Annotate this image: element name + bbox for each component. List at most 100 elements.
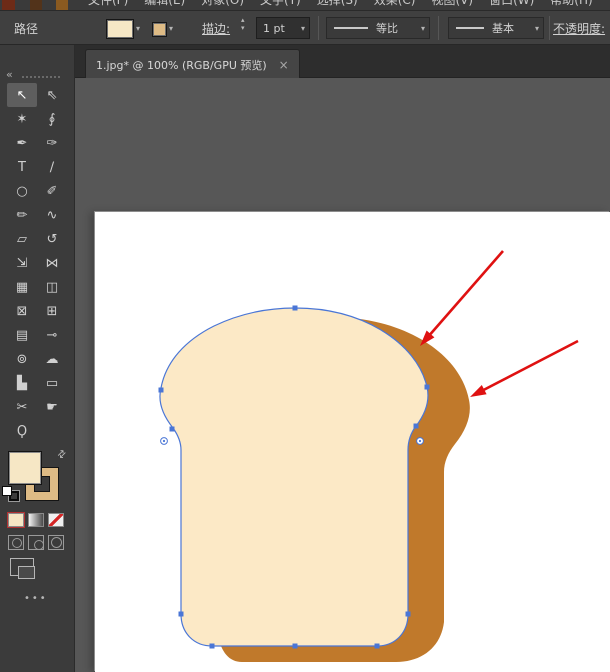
- draw-behind-icon[interactable]: [28, 535, 44, 550]
- corner-widget[interactable]: [161, 438, 168, 445]
- rotate-tool-icon: ↺: [47, 232, 58, 247]
- free-transform-tool[interactable]: ▦: [7, 275, 37, 299]
- ellipse-tool[interactable]: ○: [7, 179, 37, 203]
- brush-definition-value: 基本: [492, 20, 535, 36]
- magic-wand-tool[interactable]: ✶: [7, 107, 37, 131]
- menu-item[interactable]: 窗口(W): [489, 0, 534, 8]
- panel-drag-handle[interactable]: [22, 76, 60, 78]
- anchor-point[interactable]: [375, 644, 380, 649]
- width-profile-value: 等比: [376, 20, 421, 36]
- draw-normal-icon[interactable]: [8, 535, 24, 550]
- mesh-tool[interactable]: ⊞: [37, 299, 67, 323]
- anchor-point[interactable]: [159, 388, 164, 393]
- edit-toolbar-ellipsis[interactable]: •••: [24, 593, 48, 604]
- chevron-down-icon[interactable]: ▾: [301, 24, 309, 33]
- slice-tool[interactable]: ✂: [7, 395, 37, 419]
- anchor-point[interactable]: [425, 385, 430, 390]
- share-icon[interactable]: [56, 0, 68, 10]
- tab-close-icon[interactable]: ×: [279, 58, 289, 72]
- paintbrush-tool[interactable]: ✐: [37, 179, 67, 203]
- color-button[interactable]: [8, 513, 24, 527]
- width-profile-dropdown[interactable]: 等比 ▾: [326, 17, 430, 39]
- anchor-point[interactable]: [293, 644, 298, 649]
- shaper-tool[interactable]: ∿: [37, 203, 67, 227]
- stroke-weight-value: 1 pt: [257, 22, 301, 35]
- anchor-point[interactable]: [293, 306, 298, 311]
- gradient-button[interactable]: [28, 513, 44, 527]
- anchor-point[interactable]: [414, 424, 419, 429]
- stroke-profile-line-icon: [334, 27, 368, 29]
- eyedropper-tool[interactable]: ⊸: [37, 323, 67, 347]
- home-icon[interactable]: [30, 0, 42, 10]
- control-bar: 路径 ▾ ▾ 描边: ▴ ▾ 1 pt ▾ 等比 ▾ 基本 ▾ 不透明度:: [0, 10, 610, 45]
- symbol-sprayer-tool-icon: ☁: [46, 352, 59, 367]
- menu-item[interactable]: 文字(T): [260, 0, 301, 8]
- stepper-up-icon[interactable]: ▴: [241, 16, 245, 24]
- menu-item[interactable]: 帮助(H): [550, 0, 592, 8]
- stroke-weight-field[interactable]: 1 pt ▾: [256, 17, 310, 39]
- context-label: 路径: [14, 20, 38, 37]
- hand-tool[interactable]: ☛: [37, 395, 67, 419]
- screen-mode-icon[interactable]: [10, 558, 34, 576]
- none-button[interactable]: [48, 513, 64, 527]
- artboard-tool[interactable]: ▭: [37, 371, 67, 395]
- fill-color-swatch[interactable]: [106, 19, 134, 39]
- chevron-down-icon[interactable]: ▾: [169, 24, 173, 33]
- gradient-tool[interactable]: ▤: [7, 323, 37, 347]
- chevron-down-icon[interactable]: ▾: [136, 24, 140, 33]
- width-tool[interactable]: ⋈: [37, 251, 67, 275]
- anchor-point[interactable]: [170, 427, 175, 432]
- pencil-tool[interactable]: ✏: [7, 203, 37, 227]
- stroke-weight-stepper[interactable]: ▴ ▾: [241, 16, 245, 32]
- blend-tool[interactable]: ⊚: [7, 347, 37, 371]
- rotate-tool[interactable]: ↺: [37, 227, 67, 251]
- line-segment-tool-icon: ∕: [50, 160, 54, 175]
- annotation-arrow: [470, 341, 578, 397]
- draw-inside-icon[interactable]: [48, 535, 64, 550]
- stepper-down-icon[interactable]: ▾: [241, 24, 245, 32]
- perspective-grid-tool[interactable]: ⊠: [7, 299, 37, 323]
- collapse-panel-icon[interactable]: «: [6, 68, 13, 81]
- app-icon[interactable]: [2, 0, 15, 10]
- line-segment-tool[interactable]: ∕: [37, 155, 67, 179]
- document-tab[interactable]: 1.jpg* @ 100% (RGB/GPU 预览) ×: [85, 49, 300, 79]
- divider: [438, 16, 439, 40]
- anchor-point[interactable]: [210, 644, 215, 649]
- stroke-label[interactable]: 描边:: [202, 20, 230, 37]
- symbol-sprayer-tool[interactable]: ☁: [37, 347, 67, 371]
- selection-tool[interactable]: ↖: [7, 83, 37, 107]
- chevron-down-icon[interactable]: ▾: [421, 24, 429, 33]
- menu-item[interactable]: 选择(S): [317, 0, 358, 8]
- brush-definition-dropdown[interactable]: 基本 ▾: [448, 17, 544, 39]
- eyedropper-tool-icon: ⊸: [47, 328, 58, 343]
- default-fill-stroke-icon[interactable]: [2, 486, 18, 500]
- anchor-point[interactable]: [179, 612, 184, 617]
- pen-tool[interactable]: ✒: [7, 131, 37, 155]
- shape-builder-tool[interactable]: ◫: [37, 275, 67, 299]
- menu-item[interactable]: 效果(C): [374, 0, 416, 8]
- scale-tool[interactable]: ⇲: [7, 251, 37, 275]
- column-graph-tool[interactable]: ▙: [7, 371, 37, 395]
- fill-color-indicator[interactable]: [8, 451, 42, 485]
- lasso-tool[interactable]: ∮: [37, 107, 67, 131]
- zoom-tool[interactable]: Ϙ: [7, 419, 37, 443]
- bread-slice-shape[interactable]: [160, 308, 428, 646]
- menubar: 文件(F) 编辑(E) 对象(O) 文字(T) 选择(S) 效果(C) 视图(V) 窗口(W)…: [0, 0, 610, 10]
- menu-item[interactable]: 文件(F): [88, 0, 128, 8]
- eraser-tool[interactable]: ▱: [7, 227, 37, 251]
- type-tool[interactable]: T: [7, 155, 37, 179]
- swap-fill-stroke-icon[interactable]: ⇄: [55, 448, 69, 462]
- opacity-label[interactable]: 不透明度:: [553, 20, 605, 37]
- document-tab-title: 1.jpg* @ 100% (RGB/GPU 预览): [96, 57, 267, 73]
- menu-item[interactable]: 对象(O): [201, 0, 244, 8]
- menu-item[interactable]: 编辑(E): [144, 0, 185, 8]
- pen-tool-icon: ✒: [17, 136, 28, 151]
- menu-item[interactable]: 视图(V): [431, 0, 473, 8]
- direct-selection-tool[interactable]: ⇖: [37, 83, 67, 107]
- stroke-color-swatch[interactable]: [152, 22, 167, 37]
- chevron-down-icon[interactable]: ▾: [535, 24, 543, 33]
- corner-widget[interactable]: [417, 438, 424, 445]
- canvas-area[interactable]: [75, 78, 610, 672]
- anchor-point[interactable]: [406, 612, 411, 617]
- curvature-tool[interactable]: ✑: [37, 131, 67, 155]
